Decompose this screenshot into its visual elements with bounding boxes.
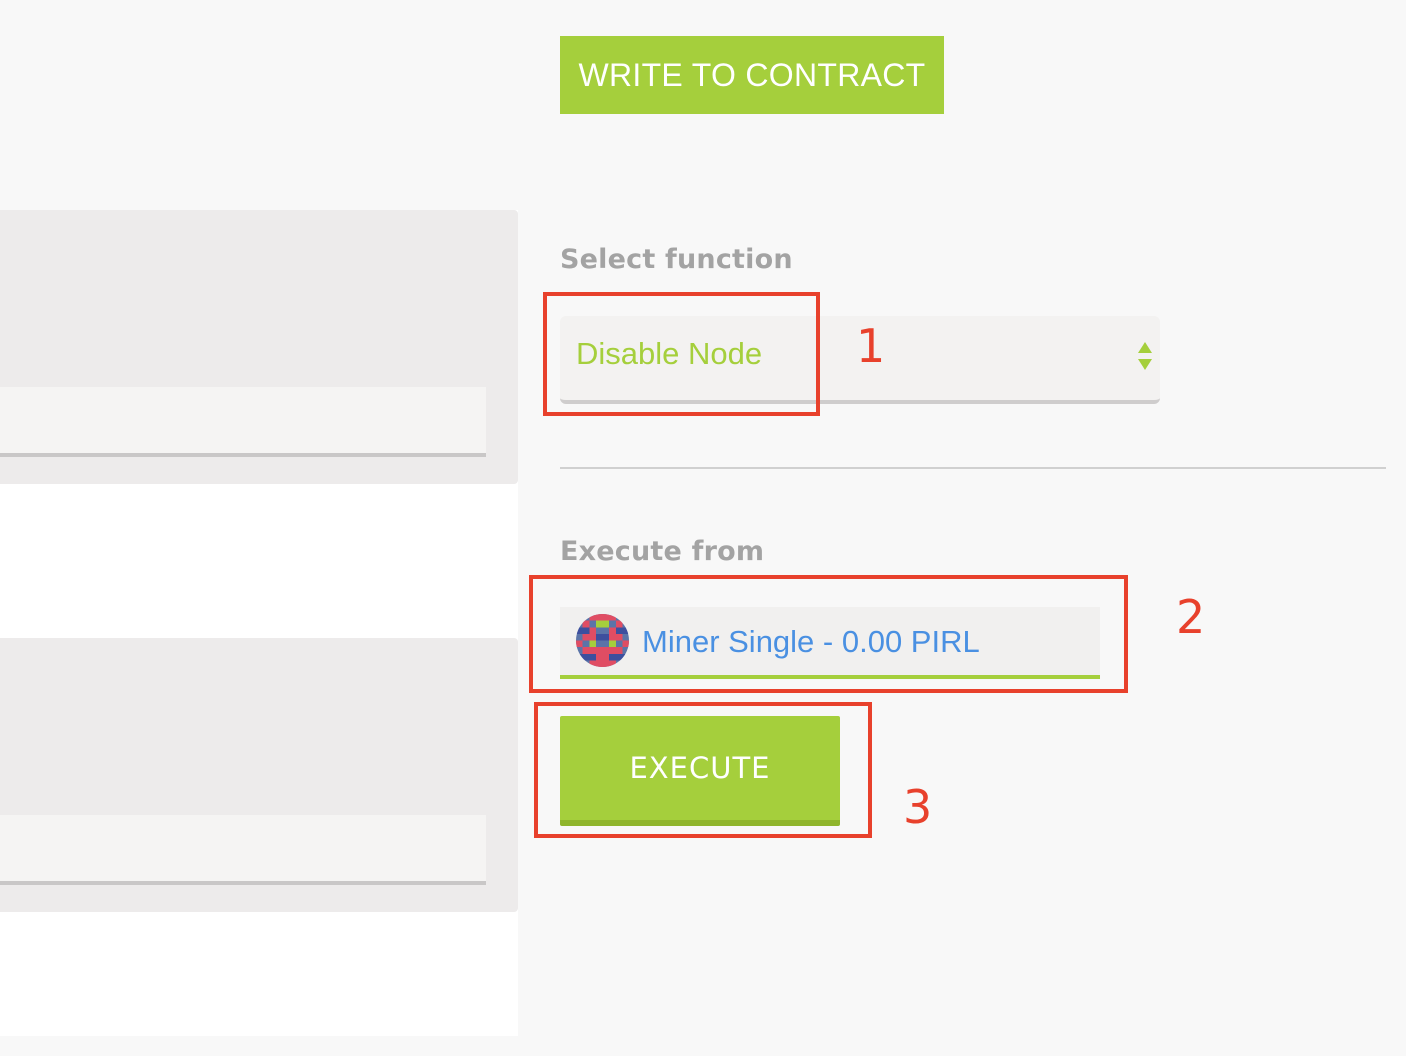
annotation-number-2: 2: [1176, 590, 1206, 644]
annotation-number-3: 3: [903, 780, 933, 834]
left-input-lower[interactable]: [0, 815, 486, 885]
execute-from-label: Execute from: [560, 536, 765, 567]
left-top-band: [0, 0, 518, 210]
select-function-label: Select function: [560, 244, 793, 275]
arrow-down-icon: [1138, 359, 1152, 370]
write-to-contract-button[interactable]: WRITE TO CONTRACT: [560, 36, 944, 114]
execute-button[interactable]: EXECUTE: [560, 716, 840, 826]
avatar: [576, 614, 629, 667]
section-divider: [560, 467, 1386, 469]
left-panel-upper: [0, 210, 518, 484]
function-select-value: Disable Node: [576, 336, 763, 371]
left-input-upper[interactable]: [0, 387, 486, 457]
account-selector[interactable]: Miner Single - 0.00 PIRL: [560, 607, 1100, 679]
left-panel-lower: [0, 638, 518, 912]
left-column: [0, 0, 518, 1036]
arrow-up-icon: [1138, 342, 1152, 353]
up-down-arrows-icon: [1138, 342, 1152, 372]
account-label: Miner Single - 0.00 PIRL: [642, 624, 980, 659]
annotation-number-1: 1: [856, 319, 886, 373]
